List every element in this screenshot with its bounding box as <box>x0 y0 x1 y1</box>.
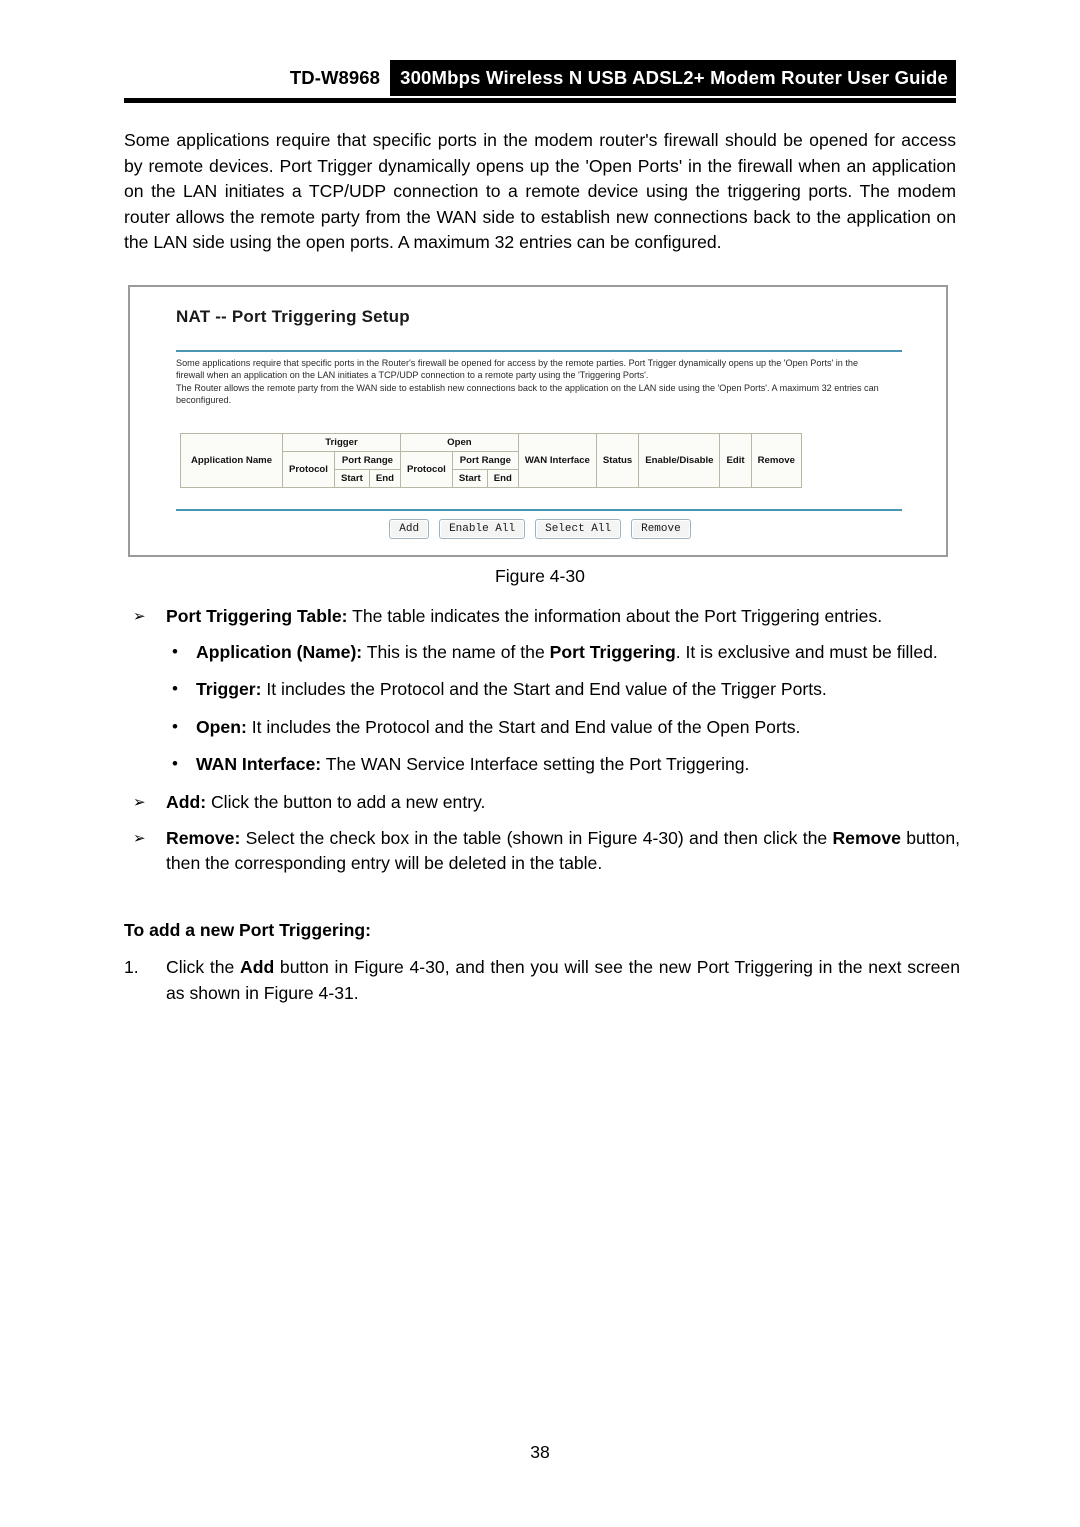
outline-item-remove-text-a: Select the check box in the table (shown… <box>240 827 833 848</box>
header-group-trigger: Trigger <box>282 433 401 452</box>
header-open-end: End <box>486 469 519 488</box>
numbered-step-1: 1. Click the Add button in Figure 4-30, … <box>124 955 960 1006</box>
description-outline: ➢ Port Triggering Table: The table indic… <box>124 604 960 883</box>
section-subheading: To add a new Port Triggering: <box>124 920 371 940</box>
table-header: Application Name Trigger Open WAN Interf… <box>179 433 802 488</box>
outline-subitem-application-name-bold-b: Port Triggering <box>549 641 676 662</box>
numbered-steps: 1. Click the Add button in Figure 4-30, … <box>124 955 960 1006</box>
outline-subitem-wan-interface-label: WAN Interface: <box>196 754 322 775</box>
header-application-name: Application Name <box>179 433 284 488</box>
outline-item-port-triggering-table-text: The table indicates the information abou… <box>347 606 883 626</box>
screenshot-description-line-3: The Router allows the remote party from … <box>176 382 879 393</box>
outline-subitem-trigger: • Trigger: It includes the Protocol and … <box>124 677 960 703</box>
header-edit: Edit <box>719 433 752 488</box>
document-page: TD-W8968 300Mbps Wireless N USB ADSL2+ M… <box>0 0 1080 1527</box>
enable-all-button[interactable]: Enable All <box>439 519 526 539</box>
outline-subitem-application-name: • Application (Name): This is the name o… <box>124 640 960 666</box>
screenshot-page-title: NAT -- Port Triggering Setup <box>176 307 410 326</box>
header-remove: Remove <box>750 433 802 488</box>
remove-button[interactable]: Remove <box>631 519 691 539</box>
numbered-step-1-text-b: button in Figure 4-30, and then you will… <box>166 957 961 1003</box>
page-number: 38 <box>530 1442 550 1462</box>
intro-paragraph: Some applications require that specific … <box>124 130 956 253</box>
outline-subitem-trigger-label: Trigger: <box>196 679 262 700</box>
add-button[interactable]: Add <box>389 519 430 539</box>
outline-item-remove: ➢ Remove: Select the check box in the ta… <box>124 826 960 877</box>
header-status: Status <box>595 433 640 488</box>
header-trigger-port-range: Port Range <box>333 451 401 470</box>
screenshot-description-line-1: Some applications require that specific … <box>176 358 859 368</box>
table-header-row-1: Application Name Trigger Open WAN Interf… <box>179 433 802 488</box>
header-model-name: TD-W8968 <box>289 60 391 96</box>
outline-subitem-wan-interface-text: The WAN Service Interface setting the Po… <box>321 754 750 775</box>
port-triggering-table: Application Name Trigger Open WAN Interf… <box>179 433 802 488</box>
screenshot-description-line-4: beconfigured. <box>176 395 232 406</box>
outline-subitem-application-name-text-b: . It is exclusive and must be filled. <box>675 641 938 662</box>
outline-subitem-open-text: It includes the Protocol and the Start a… <box>246 716 801 737</box>
outline-item-add-text: Click the button to add a new entry. <box>206 791 486 812</box>
header-divider-rule <box>124 98 956 103</box>
dot-bullet-icon: • <box>172 754 178 774</box>
screenshot-top-rule <box>176 350 902 352</box>
arrow-bullet-icon: ➢ <box>133 608 146 625</box>
outline-item-add: ➢ Add: Click the button to add a new ent… <box>124 790 960 816</box>
outline-item-add-label: Add: <box>166 791 207 812</box>
outline-item-remove-bold-b: Remove <box>832 827 901 848</box>
screenshot-description: Some applications require that specific … <box>176 357 906 407</box>
outline-item-port-triggering-table-label: Port Triggering Table: <box>166 606 348 626</box>
header-enable-disable: Enable/Disable <box>638 433 721 488</box>
header-trigger-end: End <box>368 469 401 488</box>
step-number: 1. <box>124 957 139 977</box>
header-trigger-protocol: Protocol <box>282 451 335 488</box>
arrow-bullet-icon: ➢ <box>133 829 146 847</box>
header-open-protocol: Protocol <box>399 451 453 488</box>
figure-caption: Figure 4-30 <box>495 566 585 586</box>
header-trigger-start: Start <box>333 469 370 488</box>
router-ui-screenshot: NAT -- Port Triggering Setup Some applic… <box>128 285 948 557</box>
header-open-port-range: Port Range <box>451 451 519 470</box>
outline-subitem-application-name-text-a: This is the name of the <box>362 641 550 662</box>
screenshot-bottom-rule <box>176 509 902 511</box>
arrow-bullet-icon: ➢ <box>133 793 146 811</box>
outline-subitem-open-label: Open: <box>196 716 247 737</box>
header-open-start: Start <box>451 469 488 488</box>
numbered-step-1-bold-b: Add <box>240 957 275 977</box>
running-header: TD-W8968 300Mbps Wireless N USB ADSL2+ M… <box>124 60 956 96</box>
numbered-step-1-text-a: Click the <box>166 957 240 977</box>
select-all-button[interactable]: Select All <box>535 519 622 539</box>
outline-subitem-trigger-text: It includes the Protocol and the Start a… <box>261 679 827 700</box>
header-wan-interface: WAN Interface <box>517 433 597 488</box>
dot-bullet-icon: • <box>172 641 178 661</box>
screenshot-button-row: Add Enable All Select All Remove <box>130 519 950 539</box>
header-group-open: Open <box>399 433 519 452</box>
outline-subitem-open: • Open: It includes the Protocol and the… <box>124 715 960 741</box>
outline-item-remove-label: Remove: <box>166 827 241 848</box>
dot-bullet-icon: • <box>172 679 178 699</box>
screenshot-description-line-2: firewall when an application on the LAN … <box>176 370 649 381</box>
outline-subitem-wan-interface: • WAN Interface: The WAN Service Interfa… <box>124 752 960 778</box>
header-title-bar: 300Mbps Wireless N USB ADSL2+ Modem Rout… <box>390 60 956 96</box>
outline-subitem-application-name-label: Application (Name): <box>196 641 363 662</box>
outline-item-port-triggering-table: ➢ Port Triggering Table: The table indic… <box>124 604 960 630</box>
dot-bullet-icon: • <box>172 716 178 736</box>
